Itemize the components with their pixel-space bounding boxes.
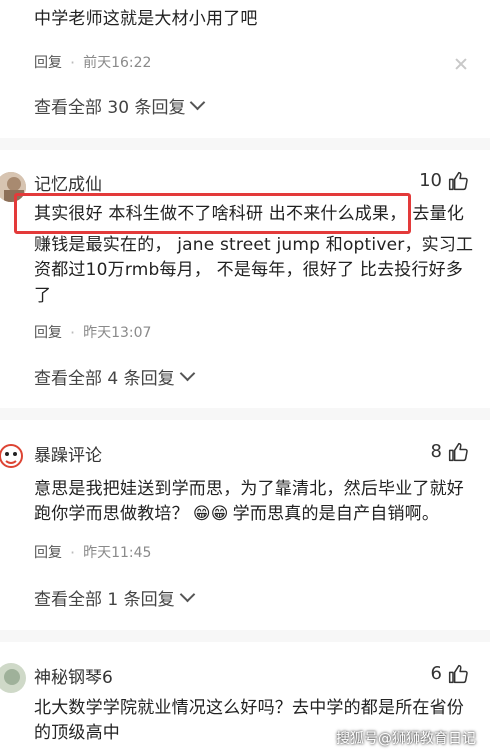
view-all-label: 查看全部 1 条回复 — [34, 590, 175, 610]
like-count: 10 — [419, 170, 442, 191]
thumbs-up-icon — [448, 442, 468, 461]
like-button[interactable]: 8 — [431, 441, 468, 462]
comment-text-line: 跑你学而思做教培？ 😁😁 学而思真的是自产自销啊。 — [34, 499, 439, 530]
timestamp: 昨天13:07 — [83, 325, 152, 341]
dot-separator: · — [70, 52, 76, 72]
thumbs-up-icon — [448, 664, 468, 683]
view-all-replies-button[interactable]: 查看全部 4 条回复 — [34, 364, 195, 389]
dot-separator: · — [70, 542, 76, 562]
like-count: 6 — [430, 663, 442, 684]
avatar[interactable] — [0, 663, 26, 693]
comment-meta: 回复 · 前天16:22 — [34, 52, 151, 72]
text-part: 学而思真的是自产自销啊。 — [232, 504, 440, 524]
username[interactable]: 神秘钢琴6 — [34, 663, 113, 688]
close-icon[interactable] — [455, 58, 467, 70]
section-divider — [0, 138, 490, 150]
view-all-replies-button[interactable]: 查看全部 1 条回复 — [34, 585, 195, 610]
username[interactable]: 记忆成仙 — [34, 170, 102, 195]
reply-button[interactable]: 回复 — [34, 542, 62, 562]
reply-button[interactable]: 回复 — [34, 322, 62, 342]
timestamp: 昨天11:45 — [83, 545, 152, 561]
comment-meta: 回复 · 昨天13:07 — [34, 322, 151, 342]
reply-button[interactable]: 回复 — [34, 52, 62, 72]
grin-emoji-icon: 😁😁 — [192, 504, 229, 524]
chevron-down-icon — [179, 586, 195, 603]
chevron-down-icon — [190, 94, 206, 111]
comment-text-line: 的顶级高中 — [34, 723, 120, 743]
section-divider — [0, 408, 490, 420]
chevron-down-icon — [179, 365, 195, 382]
view-all-label: 查看全部 4 条回复 — [34, 369, 175, 389]
username[interactable]: 暴躁评论 — [34, 441, 102, 466]
dot-separator: · — [70, 322, 76, 342]
comment-text: 中学老师这就是大材小用了吧 — [34, 9, 258, 29]
section-divider — [0, 630, 490, 642]
comment-meta: 回复 · 昨天11:45 — [34, 542, 151, 562]
thumbs-up-icon — [448, 171, 468, 190]
view-all-replies-button[interactable]: 查看全部 30 条回复 — [34, 93, 206, 118]
highlighted-text: 其实很好 本科生做不了啥科研 出不来什么成果， — [34, 204, 407, 224]
like-count: 8 — [430, 441, 442, 462]
timestamp: 前天16:22 — [83, 55, 152, 71]
like-button[interactable]: 6 — [431, 663, 468, 684]
watermark: 搜狐号@狮狮教育日记 — [336, 731, 476, 747]
avatar[interactable] — [0, 440, 26, 470]
comment-text-line: 资都过10万rmb每月， 不是每年，很好了 比去投行好多 — [34, 260, 464, 280]
comment-text-line: 了 — [34, 286, 52, 306]
view-all-label: 查看全部 30 条回复 — [34, 98, 186, 118]
text-part: 跑你学而思做教培？ — [34, 504, 189, 524]
comment-text-line: 其实很好 本科生做不了啥科研 出不来什么成果， 去量化 — [34, 199, 464, 230]
like-button[interactable]: 10 — [419, 170, 468, 191]
text-rest: 去量化 — [412, 204, 465, 224]
